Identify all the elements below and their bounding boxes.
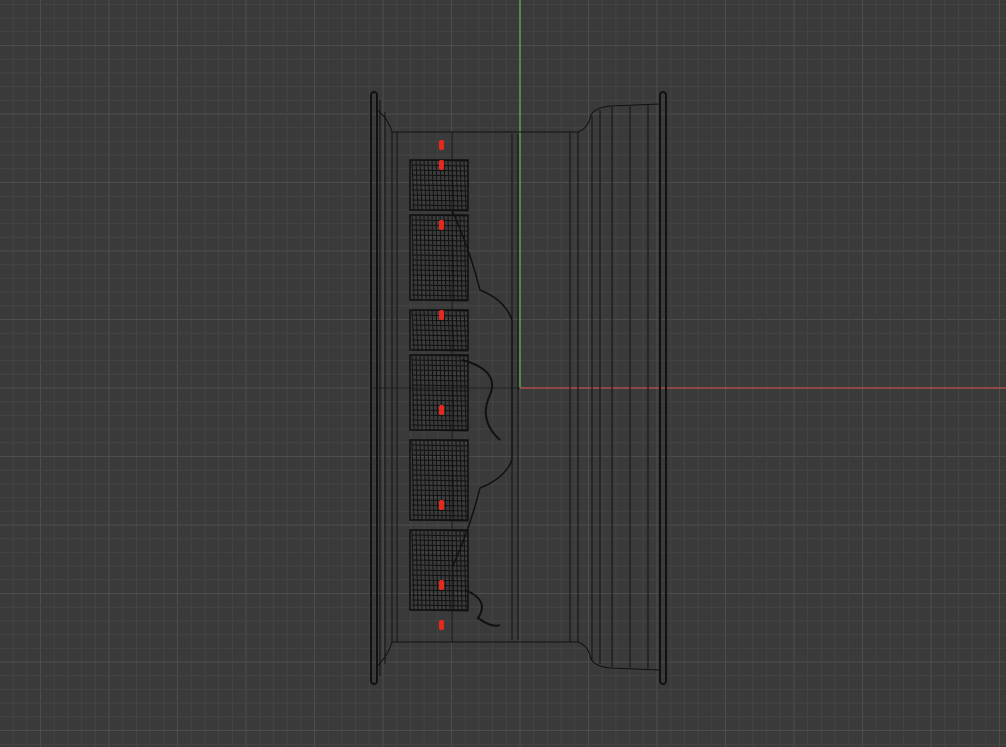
lug-marker bbox=[439, 405, 444, 415]
lug-marker bbox=[439, 310, 444, 320]
viewport-canvas[interactable] bbox=[0, 0, 1006, 747]
lug-marker bbox=[439, 620, 444, 630]
lug-marker bbox=[439, 160, 444, 170]
viewport-3d[interactable] bbox=[0, 0, 1006, 747]
lug-marker bbox=[439, 220, 444, 230]
lug-marker bbox=[439, 500, 444, 510]
lug-marker bbox=[439, 140, 444, 150]
lug-marker bbox=[439, 580, 444, 590]
